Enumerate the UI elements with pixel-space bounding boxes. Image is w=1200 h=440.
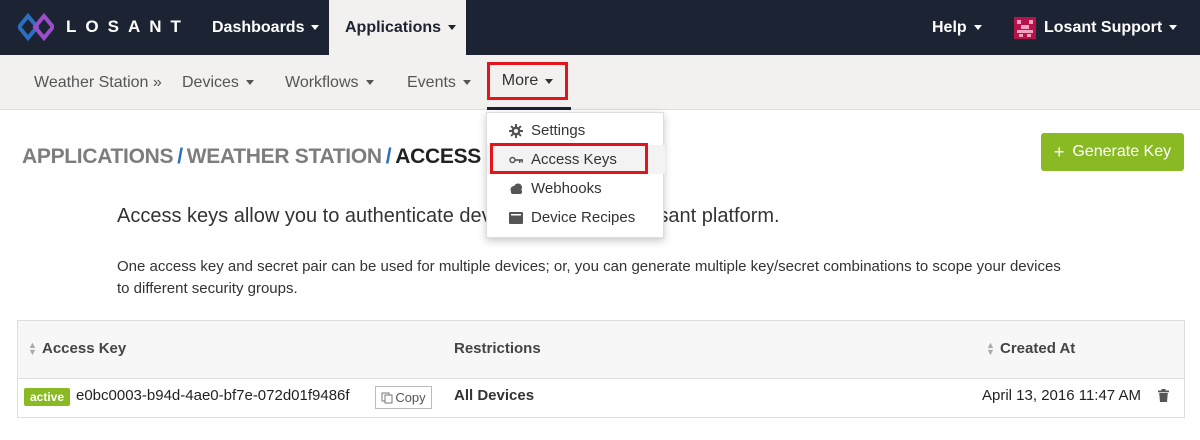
nav-dashboards-label: Dashboards <box>212 18 305 36</box>
breadcrumb: APPLICATIONS / WEATHER STATION / ACCESS KEYS <box>22 145 543 169</box>
chevron-down-icon <box>365 80 374 85</box>
subnav-devices-label: Devices <box>182 73 239 91</box>
nav-user-menu[interactable]: Losant Support <box>998 0 1193 55</box>
restrictions-value: All Devices <box>454 387 535 404</box>
more-dropdown-menu: Settings Access Keys Webhooks Device Rec… <box>486 112 665 238</box>
sort-icon: ▲ ▼ <box>986 340 995 358</box>
sort-icon: ▲ ▼ <box>28 340 37 358</box>
copy-button[interactable]: Copy <box>375 386 432 409</box>
column-header-label: Restrictions <box>454 340 541 357</box>
logo-mark-icon <box>18 13 54 41</box>
nav-dashboards[interactable]: Dashboards <box>196 0 335 55</box>
nav-help[interactable]: Help <box>916 0 998 55</box>
subnav-events[interactable]: Events <box>407 55 471 110</box>
column-header-created-at[interactable]: ▲ ▼ Created At <box>986 340 1075 357</box>
breadcrumb-app[interactable]: WEATHER STATION <box>187 145 382 168</box>
subnav-app-label: Weather Station » <box>34 73 162 91</box>
chevron-down-icon <box>448 25 457 30</box>
column-header-access-key[interactable]: ▲ ▼ Access Key <box>28 340 126 357</box>
table-header: ▲ ▼ Access Key Restrictions ▲ ▼ Created At <box>18 321 1184 379</box>
gear-icon <box>509 123 523 138</box>
subnav-app-link[interactable]: Weather Station » <box>34 55 162 110</box>
generate-key-label: Generate Key <box>1072 143 1172 160</box>
column-header-label: Created At <box>1000 340 1076 357</box>
top-navbar: LOSANT Dashboards Applications Help Losa… <box>0 0 1200 55</box>
table-row: active e0bc0003-b94d-4ae0-bf7e-072d01f94… <box>18 379 1184 418</box>
menu-item-device-recipes[interactable]: Device Recipes <box>487 203 665 232</box>
plus-icon: + <box>1053 141 1065 162</box>
chevron-down-icon <box>311 25 320 30</box>
cloud-icon <box>510 183 522 194</box>
key-icon <box>509 156 523 163</box>
chevron-down-icon <box>545 78 554 84</box>
nav-applications-label: Applications <box>345 18 442 36</box>
copy-label: Copy <box>395 390 426 405</box>
subnav-more[interactable]: More <box>487 62 568 100</box>
chevron-down-icon <box>245 80 254 85</box>
chevron-down-icon <box>973 25 982 30</box>
brand-name: LOSANT <box>66 17 190 36</box>
chevron-down-icon <box>1169 25 1178 30</box>
menu-item-webhooks[interactable]: Webhooks <box>487 174 665 203</box>
breadcrumb-applications[interactable]: APPLICATIONS <box>22 145 173 168</box>
column-header-label: Access Key <box>42 340 127 357</box>
nav-applications[interactable]: Applications <box>329 0 466 55</box>
breadcrumb-separator: / <box>385 145 392 168</box>
menu-item-access-keys[interactable]: Access Keys <box>487 145 665 174</box>
intro-heading: Access keys allow you to authenticate de… <box>117 205 780 227</box>
losant-logo[interactable]: LOSANT <box>18 13 190 41</box>
trash-icon[interactable] <box>1158 389 1169 402</box>
menu-item-label: Settings <box>531 122 586 139</box>
nav-user-label: Losant Support <box>1044 18 1163 36</box>
subnav-workflows[interactable]: Workflows <box>285 55 374 110</box>
subnav-more-label: More <box>501 72 539 89</box>
access-keys-table: ▲ ▼ Access Key Restrictions ▲ ▼ Created At a… <box>17 320 1185 418</box>
copy-icon <box>381 392 393 403</box>
status-badge: active <box>24 388 71 406</box>
menu-item-label: Access Keys <box>531 151 617 168</box>
avatar <box>1014 16 1036 39</box>
subnav-workflows-label: Workflows <box>285 73 359 91</box>
generate-key-button[interactable]: + Generate Key <box>1041 133 1184 171</box>
subnav-events-label: Events <box>407 73 456 91</box>
breadcrumb-separator: / <box>177 145 183 168</box>
intro-description: One access key and secret pair can be us… <box>117 258 1061 297</box>
menu-item-label: Device Recipes <box>531 209 636 226</box>
chevron-down-icon <box>462 80 471 85</box>
menu-item-label: Webhooks <box>531 180 602 197</box>
application-subnav: Weather Station » Devices Workflows Even… <box>0 55 1200 110</box>
access-key-value: e0bc0003-b94d-4ae0-bf7e-072d01f9486f <box>76 387 350 404</box>
subnav-devices[interactable]: Devices <box>182 55 254 110</box>
book-icon <box>509 211 523 224</box>
menu-item-settings[interactable]: Settings <box>487 116 665 145</box>
column-header-restrictions: Restrictions <box>454 340 541 357</box>
created-at-value: April 13, 2016 11:47 AM <box>982 387 1141 404</box>
nav-help-label: Help <box>932 18 967 36</box>
active-tab-indicator <box>487 107 571 110</box>
